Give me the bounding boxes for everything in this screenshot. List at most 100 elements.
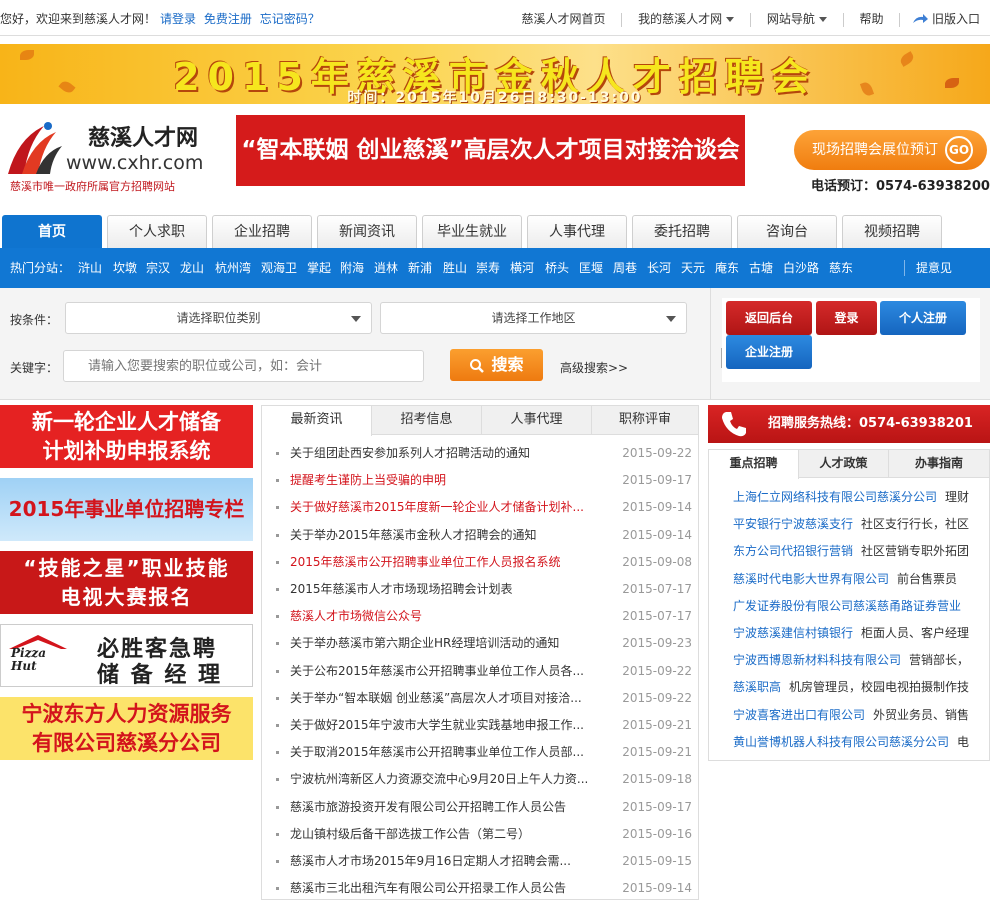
branch-link[interactable]: 宗汉 (146, 248, 170, 288)
site-logo[interactable]: 慈溪人才网 www.cxhr.com 慈溪市唯一政府所属官方招聘网站 (4, 116, 224, 196)
featured-job-row[interactable]: 慈溪职高 机房管理员，校园电视拍摄制作技 (733, 674, 989, 701)
nav-tab-entrusted-recruiting[interactable]: 委托招聘 (632, 215, 732, 248)
site-nav-menu[interactable]: 网站导航 (767, 12, 827, 26)
branch-link[interactable]: 崇寿 (476, 248, 500, 288)
nav-tab-consulting[interactable]: 咨询台 (737, 215, 837, 248)
nav-tab-job-seeking[interactable]: 个人求职 (107, 215, 207, 248)
nav-tab-personnel-agency[interactable]: 人事代理 (527, 215, 627, 248)
branch-link[interactable]: 匡堰 (579, 248, 603, 288)
news-item[interactable]: 慈溪人才市场微信公众号 2015-07-17 (276, 603, 692, 630)
company-link[interactable]: 宁波喜客进出口有限公司 (733, 708, 865, 722)
main-ad-banner[interactable]: “智本联姻 创业慈溪”高层次人才项目对接洽谈会 (236, 115, 745, 186)
left-ad-pizza-hut[interactable]: Pizza Hut 必胜客急聘 储 备 经 理 (0, 624, 253, 687)
left-ad-public-institution[interactable]: 2015年事业单位招聘专栏 (0, 478, 253, 541)
branch-link[interactable]: 新浦 (408, 248, 432, 288)
nav-tab-recruiting[interactable]: 企业招聘 (212, 215, 312, 248)
news-item[interactable]: 慈溪市三北出租汽车有限公司公开招录工作人员公告 2015-09-14 (276, 875, 692, 902)
featured-job-row[interactable]: 上海仁立网络科技有限公司慈溪分公司 理财 (733, 484, 989, 511)
news-item[interactable]: 提醒考生谨防上当受骗的申明 2015-09-17 (276, 467, 692, 494)
booth-booking-button[interactable]: 现场招聘会展位预订 GO (794, 130, 987, 170)
nav-tab-video[interactable]: 视频招聘 (842, 215, 942, 248)
branch-link[interactable]: 天元 (681, 248, 705, 288)
news-item[interactable]: 慈溪市人才市场2015年9月16日定期人才招聘会需... 2015-09-15 (276, 848, 692, 875)
feedback-link[interactable]: 提意见 (916, 248, 952, 288)
news-tab-personnel-agency[interactable]: 人事代理 (482, 406, 592, 435)
featured-job-row[interactable]: 宁波喜客进出口有限公司 外贸业务员、销售 (733, 702, 989, 729)
branch-link[interactable]: 周巷 (613, 248, 637, 288)
company-link[interactable]: 上海仁立网络科技有限公司慈溪分公司 (733, 490, 937, 504)
news-item[interactable]: 关于组团赴西安参加系列人才招聘活动的通知 2015-09-22 (276, 440, 692, 467)
news-tab-latest[interactable]: 最新资讯 (262, 406, 372, 436)
branch-link[interactable]: 长河 (647, 248, 671, 288)
area-select[interactable]: 请选择工作地区 (380, 302, 687, 334)
nav-tab-graduates[interactable]: 毕业生就业 (422, 215, 522, 248)
news-item[interactable]: 关于公布2015年慈溪市公开招聘事业单位工作人员各... 2015-09-22 (276, 658, 692, 685)
keyword-input[interactable] (63, 350, 424, 382)
left-ad-skill-star[interactable]: “技能之星”职业技能 电视大赛报名 (0, 551, 253, 614)
branch-link[interactable]: 古塘 (749, 248, 773, 288)
branch-link[interactable]: 胜山 (443, 248, 467, 288)
left-ad-talent-reserve[interactable]: 新一轮企业人才储备 计划补助申报系统 (0, 405, 253, 468)
register-link[interactable]: 免费注册 (204, 12, 252, 26)
news-tab-exams[interactable]: 招考信息 (372, 406, 482, 435)
news-item[interactable]: 关于举办“智本联姻 创业慈溪”高层次人才项目对接洽... 2015-09-22 (276, 685, 692, 712)
branch-link[interactable]: 杭州湾 (215, 248, 251, 288)
branch-link[interactable]: 观海卫 (261, 248, 297, 288)
branch-link[interactable]: 龙山 (180, 248, 204, 288)
login-button[interactable]: 登录 (816, 301, 877, 335)
featured-job-row[interactable]: 宁波西博恩新材料科技有限公司 营销部长， (733, 647, 989, 674)
featured-job-row[interactable]: 慈溪时代电影大世界有限公司 前台售票员 (733, 566, 989, 593)
branch-link[interactable]: 浒山 (78, 248, 102, 288)
company-link[interactable]: 东方公司代招银行营销 (733, 544, 853, 558)
tab-service-guide[interactable]: 办事指南 (889, 450, 989, 478)
branch-link[interactable]: 慈东 (829, 248, 853, 288)
news-item[interactable]: 宁波杭州湾新区人力资源交流中心9月20日上午人力资... 2015-09-18 (276, 766, 692, 793)
old-version-link[interactable]: 旧版入口 (912, 12, 980, 26)
company-link[interactable]: 宁波西博恩新材料科技有限公司 (733, 653, 901, 667)
branch-link[interactable]: 逍林 (374, 248, 398, 288)
tab-featured-jobs[interactable]: 重点招聘 (709, 450, 799, 479)
help-link[interactable]: 帮助 (859, 12, 883, 26)
advanced-search-link[interactable]: 高级搜索>> (560, 359, 628, 376)
company-link[interactable]: 慈溪时代电影大世界有限公司 (733, 572, 889, 586)
event-banner[interactable]: 2015年慈溪市金秋人才招聘会 时间：2015年10月26日8:30-13:00 (0, 44, 990, 104)
company-link[interactable]: 慈溪职高 (733, 680, 781, 694)
featured-job-row[interactable]: 广发证券股份有限公司慈溪慈甬路证券营业 (733, 593, 989, 620)
branch-link[interactable]: 桥头 (545, 248, 569, 288)
company-link[interactable]: 广发证券股份有限公司慈溪慈甬路证券营业 (733, 599, 961, 613)
login-link[interactable]: 请登录 (160, 12, 196, 26)
news-item[interactable]: 关于取消2015年慈溪市公开招聘事业单位工作人员部... 2015-09-21 (276, 739, 692, 766)
nav-tab-news[interactable]: 新闻资讯 (317, 215, 417, 248)
branch-link[interactable]: 附海 (340, 248, 364, 288)
site-home-link[interactable]: 慈溪人才网首页 (521, 12, 605, 26)
featured-job-row[interactable]: 东方公司代招银行营销 社区营销专职外拓团 (733, 538, 989, 565)
company-link[interactable]: 宁波慈溪建信村镇银行 (733, 626, 853, 640)
branch-link[interactable]: 庵东 (715, 248, 739, 288)
news-item[interactable]: 2015年慈溪市人才市场现场招聘会计划表 2015-07-17 (276, 576, 692, 603)
branch-link[interactable]: 掌起 (307, 248, 331, 288)
branch-link[interactable]: 坎墩 (113, 248, 137, 288)
news-item[interactable]: 龙山镇村级后备干部选拔工作公告（第二号） 2015-09-16 (276, 821, 692, 848)
featured-job-row[interactable]: 宁波慈溪建信村镇银行 柜面人员、客户经理 (733, 620, 989, 647)
news-item[interactable]: 慈溪市旅游投资开发有限公司公开招聘工作人员公告 2015-09-17 (276, 794, 692, 821)
news-item[interactable]: 关于做好2015年宁波市大学生就业实践基地申报工作... 2015-09-21 (276, 712, 692, 739)
featured-job-row[interactable]: 平安银行宁波慈溪支行 社区支行行长，社区 (733, 511, 989, 538)
my-account-menu[interactable]: 我的慈溪人才网 (638, 12, 735, 26)
news-item[interactable]: 关于举办2015年慈溪市金秋人才招聘会的通知 2015-09-14 (276, 522, 692, 549)
news-item[interactable]: 关于举办慈溪市第六期企业HR经理培训活动的通知 2015-09-23 (276, 630, 692, 657)
featured-job-row[interactable]: 黄山誉博机器人科技有限公司慈溪分公司电 (733, 729, 989, 756)
search-button[interactable]: 搜索 (450, 349, 543, 381)
nav-tab-home[interactable]: 首页 (2, 215, 102, 248)
tab-talent-policy[interactable]: 人才政策 (799, 450, 889, 478)
left-ad-dongfang-hr[interactable]: 宁波东方人力资源服务 有限公司慈溪分公司 (0, 697, 253, 760)
news-tab-title-review[interactable]: 职称评审 (592, 406, 698, 435)
company-register-button[interactable]: 企业注册 (726, 335, 812, 369)
personal-register-button[interactable]: 个人注册 (880, 301, 966, 335)
company-link[interactable]: 黄山誉博机器人科技有限公司慈溪分公司 (733, 735, 949, 749)
branch-link[interactable]: 白沙路 (783, 248, 819, 288)
branch-link[interactable]: 横河 (510, 248, 534, 288)
back-to-admin-button[interactable]: 返回后台 (726, 301, 812, 335)
news-item[interactable]: 关于做好慈溪市2015年度新一轮企业人才储备计划补... 2015-09-14 (276, 494, 692, 521)
news-item[interactable]: 2015年慈溪市公开招聘事业单位工作人员报名系统 2015-09-08 (276, 549, 692, 576)
company-link[interactable]: 平安银行宁波慈溪支行 (733, 517, 853, 531)
